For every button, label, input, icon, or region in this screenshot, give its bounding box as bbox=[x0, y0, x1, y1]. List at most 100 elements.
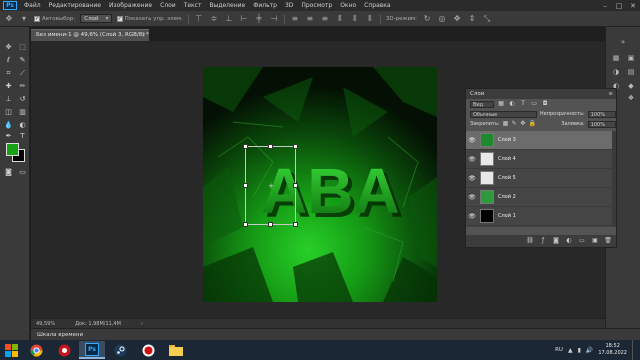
tray-arrow-icon[interactable]: ▲ bbox=[568, 347, 573, 354]
trash-icon[interactable]: 🗑 bbox=[604, 237, 612, 245]
styles-icon[interactable]: ◆ bbox=[626, 81, 636, 91]
menu-edit[interactable]: Редактирование bbox=[45, 2, 105, 9]
panel-menu-icon[interactable]: ≡ bbox=[608, 91, 613, 97]
menu-view[interactable]: Просмотр bbox=[297, 2, 336, 9]
eraser-tool-icon[interactable]: ◫ bbox=[3, 107, 14, 118]
layers-panel-header[interactable]: Слои ≡ bbox=[466, 89, 616, 99]
move-tool-icon[interactable]: ✥ bbox=[3, 42, 14, 53]
language-indicator[interactable]: RU bbox=[555, 347, 563, 353]
lock-position-icon[interactable]: ✥ bbox=[520, 120, 526, 128]
move-tool-icon[interactable]: ✥ bbox=[4, 14, 14, 24]
start-button[interactable] bbox=[0, 340, 22, 360]
filter-adjustment-icon[interactable]: ◐ bbox=[508, 100, 516, 108]
transform-handle[interactable] bbox=[268, 222, 273, 227]
network-icon[interactable]: ▮ bbox=[578, 347, 581, 354]
transform-handle[interactable] bbox=[243, 222, 248, 227]
filter-smart-object-icon[interactable]: ◘ bbox=[541, 100, 549, 108]
marquee-tool-icon[interactable]: ⬚ bbox=[17, 42, 28, 53]
artwork-canvas[interactable]: ABA ABA + bbox=[203, 67, 437, 302]
menu-filter[interactable]: Фильтр bbox=[249, 2, 281, 9]
drag-3d-icon[interactable]: ✥ bbox=[452, 14, 462, 24]
distribute-top-icon[interactable]: ≡ bbox=[290, 14, 300, 24]
steam-icon[interactable] bbox=[107, 341, 133, 359]
layer-name[interactable]: Слой 5 bbox=[498, 175, 516, 181]
slide-3d-icon[interactable]: ⇕ bbox=[467, 14, 477, 24]
foreground-color-swatch[interactable] bbox=[6, 143, 19, 156]
menu-help[interactable]: Справка bbox=[360, 2, 394, 9]
group-icon[interactable]: ▭ bbox=[578, 237, 586, 245]
pen-tool-icon[interactable]: ✒ bbox=[3, 131, 14, 142]
dodge-tool-icon[interactable]: ◐ bbox=[17, 120, 28, 131]
layer-row[interactable]: 👁 Слой 3 bbox=[466, 131, 616, 150]
filter-type-icon[interactable]: T bbox=[519, 100, 527, 108]
blur-tool-icon[interactable]: 💧 bbox=[3, 120, 14, 131]
show-desktop-button[interactable] bbox=[632, 340, 636, 360]
layer-name[interactable]: Слой 3 bbox=[498, 137, 516, 143]
timeline-panel[interactable]: Шкала времени bbox=[31, 328, 640, 340]
layer-row[interactable]: 👁 Слой 1 bbox=[466, 207, 616, 226]
transform-handle[interactable] bbox=[243, 183, 248, 188]
link-icon[interactable]: ⛓ bbox=[526, 237, 534, 245]
minimize-icon[interactable]: – bbox=[598, 0, 612, 11]
photoshop-icon[interactable]: Ps bbox=[79, 341, 105, 359]
file-explorer-icon[interactable] bbox=[163, 341, 189, 359]
history-brush-tool-icon[interactable]: ↺ bbox=[17, 94, 28, 105]
filter-shape-icon[interactable]: ▭ bbox=[530, 100, 538, 108]
close-tab-icon[interactable]: × bbox=[141, 30, 146, 41]
align-center-icon[interactable]: ╪ bbox=[254, 14, 264, 24]
distribute-center-icon[interactable]: ⦀ bbox=[350, 14, 360, 24]
auto-select-checkbox[interactable]: ✓ bbox=[34, 15, 40, 22]
layers-scrollbar[interactable] bbox=[612, 131, 616, 227]
swatches-icon[interactable]: ▤ bbox=[626, 67, 636, 77]
visibility-eye-icon[interactable]: 👁 bbox=[466, 175, 478, 182]
visibility-eye-icon[interactable]: 👁 bbox=[466, 213, 478, 220]
layer-name[interactable]: Слой 1 bbox=[498, 213, 516, 219]
navigator-icon[interactable]: ▣ bbox=[626, 53, 636, 63]
layer-row[interactable]: 👁 Слой 2 bbox=[466, 188, 616, 207]
adjustment-icon[interactable]: ◐ bbox=[565, 237, 573, 245]
layer-row[interactable]: 👁 Слой 5 bbox=[466, 169, 616, 188]
menu-window[interactable]: Окно bbox=[336, 2, 360, 9]
roll-3d-icon[interactable]: ◎ bbox=[437, 14, 447, 24]
new-layer-icon[interactable]: ▣ bbox=[591, 237, 599, 245]
document-tab[interactable]: Без имени-1 @ 49,6% (Слой 3, RGB/8) * × bbox=[31, 29, 149, 41]
tool-preset-dropdown-icon[interactable]: ▾ bbox=[19, 14, 29, 24]
type-tool-icon[interactable]: T bbox=[17, 131, 28, 142]
quick-mask-icon[interactable]: ◙ bbox=[3, 167, 14, 178]
menu-3d[interactable]: 3D bbox=[281, 2, 297, 9]
fx-icon[interactable]: ƒ bbox=[539, 237, 547, 245]
auto-select-dropdown[interactable]: Слой bbox=[80, 14, 112, 23]
transform-center-point[interactable]: + bbox=[268, 183, 274, 190]
opacity-input[interactable]: 100% bbox=[587, 110, 616, 118]
color-panel-icon[interactable]: ◑ bbox=[611, 67, 621, 77]
volume-icon[interactable]: 🔊 bbox=[586, 347, 593, 354]
lock-all-icon[interactable]: 🔒 bbox=[529, 120, 536, 128]
transform-handle[interactable] bbox=[293, 183, 298, 188]
status-arrow-icon[interactable]: › bbox=[141, 321, 143, 327]
distribute-bottom-icon[interactable]: ≡ bbox=[320, 14, 330, 24]
distribute-middle-icon[interactable]: ≡ bbox=[305, 14, 315, 24]
transform-handle[interactable] bbox=[293, 222, 298, 227]
align-middle-icon[interactable]: ≑ bbox=[209, 14, 219, 24]
menu-file[interactable]: Файл bbox=[20, 2, 45, 9]
maximize-icon[interactable]: □ bbox=[612, 0, 626, 11]
mask-icon[interactable]: ◙ bbox=[552, 237, 560, 245]
visibility-eye-icon[interactable]: 👁 bbox=[466, 137, 478, 144]
layers-filter-dropdown[interactable]: Вид bbox=[470, 100, 495, 108]
close-icon[interactable]: ✕ bbox=[626, 0, 640, 11]
histogram-icon[interactable]: ▦ bbox=[611, 53, 621, 63]
screen-mode-icon[interactable]: ▭ bbox=[17, 167, 28, 178]
layer-row[interactable]: 👁 Слой 4 bbox=[466, 150, 616, 169]
eyedropper-tool-icon[interactable]: ⟋ bbox=[17, 68, 28, 79]
lock-transparency-icon[interactable]: ▦ bbox=[503, 120, 509, 128]
gradient-tool-icon[interactable]: ▥ bbox=[17, 107, 28, 118]
visibility-eye-icon[interactable]: 👁 bbox=[466, 194, 478, 201]
brush-tool-icon[interactable]: ✏ bbox=[17, 81, 28, 92]
menu-type[interactable]: Текст bbox=[180, 2, 206, 9]
clock[interactable]: 18:52 17.08.2022 bbox=[598, 343, 627, 357]
rotate-3d-icon[interactable]: ↻ bbox=[422, 14, 432, 24]
crop-tool-icon[interactable]: ⌗ bbox=[3, 68, 14, 79]
auto-select-option[interactable]: ✓ Автовыбор: bbox=[34, 15, 75, 22]
align-right-icon[interactable]: ⊣ bbox=[269, 14, 279, 24]
menu-layers[interactable]: Слои bbox=[156, 2, 180, 9]
